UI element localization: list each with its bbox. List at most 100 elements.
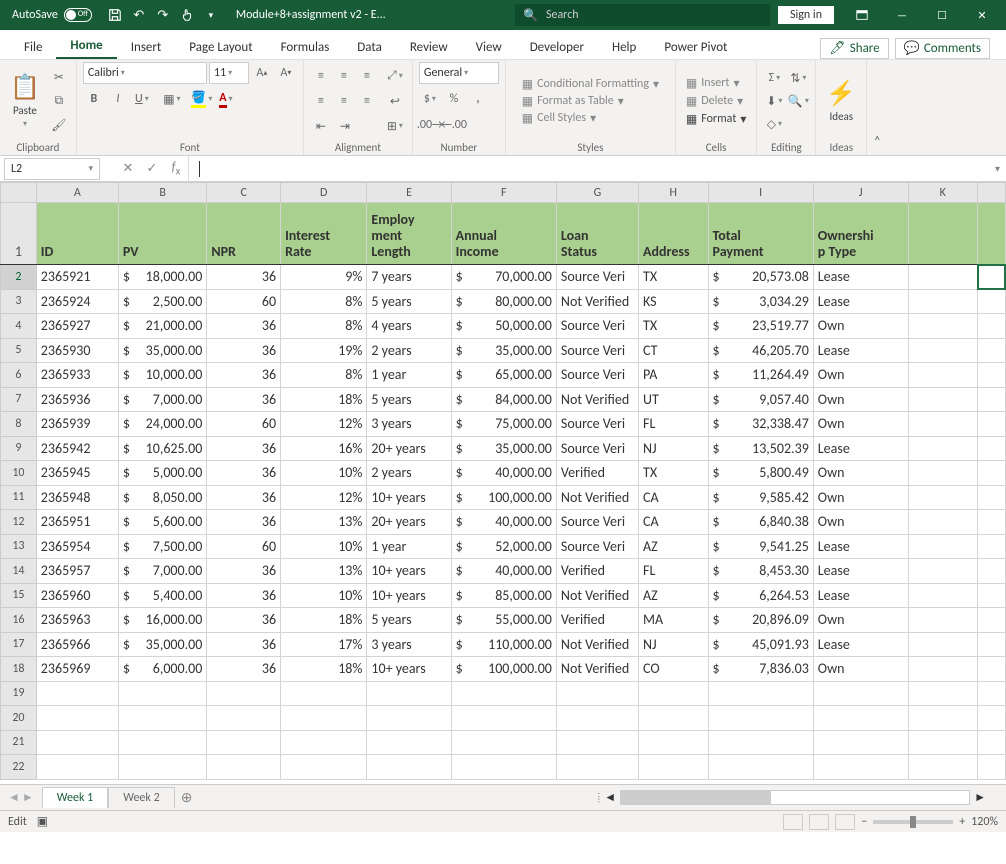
scroll-right-icon[interactable]: ► (974, 790, 986, 805)
cell[interactable] (908, 657, 977, 682)
cell[interactable]: 2365960 (36, 583, 118, 608)
tab-formulas[interactable]: Formulas (267, 36, 344, 59)
sheet-tab-week2[interactable]: Week 2 (108, 787, 174, 808)
chevron-down-icon[interactable]: ▾ (88, 163, 93, 174)
cell[interactable]: 18% (281, 387, 367, 412)
format-cells-button[interactable]: ▦ Format ▾ (682, 111, 750, 128)
cell[interactable]: 18% (281, 657, 367, 682)
tab-view[interactable]: View (462, 36, 516, 59)
name-box[interactable]: L2 ▾ (4, 158, 100, 180)
cell[interactable] (207, 755, 281, 780)
align-right-icon[interactable]: ≡ (356, 90, 378, 112)
cell[interactable]: Source Veri (556, 338, 638, 363)
cell[interactable] (367, 706, 451, 731)
cell[interactable] (978, 436, 1005, 461)
cell[interactable]: 13% (281, 510, 367, 535)
row-header-9[interactable]: 9 (1, 436, 37, 461)
delete-cells-button[interactable]: ▦ Delete ▾ (682, 93, 750, 110)
underline-button[interactable]: U (131, 88, 153, 110)
cell[interactable]: Lease (813, 289, 908, 314)
enter-formula-icon[interactable]: ✓ (140, 161, 164, 176)
row-header-21[interactable]: 21 (1, 730, 37, 755)
cell[interactable]: $10,000.00 (118, 363, 206, 388)
font-size-combo[interactable]: 11 (209, 62, 249, 84)
cell[interactable] (908, 534, 977, 559)
cell[interactable] (978, 289, 1005, 314)
cell[interactable] (978, 755, 1005, 780)
comma-format-icon[interactable]: , (467, 88, 489, 110)
cell-styles-button[interactable]: ▦ Cell Styles ▾ (518, 111, 663, 126)
cell[interactable]: 20+ years (367, 510, 451, 535)
cell[interactable]: 60 (207, 412, 281, 437)
cell[interactable]: $7,500.00 (118, 534, 206, 559)
cell[interactable] (908, 289, 977, 314)
cell[interactable]: $6,264.53 (708, 583, 813, 608)
cell[interactable]: 36 (207, 338, 281, 363)
row-header-13[interactable]: 13 (1, 534, 37, 559)
cell[interactable]: 2365948 (36, 485, 118, 510)
cell[interactable]: 17% (281, 632, 367, 657)
cell[interactable]: NJ (639, 632, 708, 657)
cell[interactable]: $11,264.49 (708, 363, 813, 388)
cell[interactable] (367, 730, 451, 755)
cell[interactable]: Source Veri (556, 265, 638, 290)
cell[interactable]: $7,836.03 (708, 657, 813, 682)
tab-insert[interactable]: Insert (117, 36, 176, 59)
cell[interactable] (556, 755, 638, 780)
tab-data[interactable]: Data (343, 36, 396, 59)
sheet-prev-icon[interactable]: ◄ (8, 790, 20, 805)
cell[interactable] (908, 265, 977, 290)
cell[interactable] (36, 706, 118, 731)
cell[interactable] (908, 203, 977, 265)
cell[interactable]: $35,000.00 (118, 632, 206, 657)
cell[interactable] (908, 363, 977, 388)
cell[interactable]: 2365942 (36, 436, 118, 461)
cell[interactable] (978, 412, 1005, 437)
cell[interactable]: 1 year (367, 363, 451, 388)
cell[interactable]: Source Veri (556, 363, 638, 388)
cell[interactable]: 2365966 (36, 632, 118, 657)
cell[interactable] (639, 681, 708, 706)
col-header-F[interactable]: F (451, 183, 556, 203)
cell[interactable] (908, 314, 977, 339)
align-center-icon[interactable]: ≡ (333, 90, 355, 112)
fx-icon[interactable]: fx (164, 160, 188, 178)
cell[interactable]: 36 (207, 559, 281, 584)
cell[interactable]: Source Veri (556, 510, 638, 535)
cell[interactable]: Not Verified (556, 485, 638, 510)
cell[interactable] (118, 681, 206, 706)
cell[interactable]: 2365969 (36, 657, 118, 682)
cell[interactable] (451, 681, 556, 706)
cell[interactable]: $2,500.00 (118, 289, 206, 314)
insert-cells-button[interactable]: ▦ Insert ▾ (682, 75, 750, 92)
minimize-icon[interactable]: — (882, 0, 922, 30)
col-header-G[interactable]: G (556, 183, 638, 203)
tab-developer[interactable]: Developer (516, 36, 598, 59)
cell[interactable]: $46,205.70 (708, 338, 813, 363)
cell[interactable]: 10+ years (367, 657, 451, 682)
cell[interactable]: $7,000.00 (118, 559, 206, 584)
cell[interactable]: 2365951 (36, 510, 118, 535)
cell[interactable] (36, 681, 118, 706)
cell[interactable] (281, 755, 367, 780)
cell[interactable]: $9,541.25 (708, 534, 813, 559)
cell[interactable] (813, 681, 908, 706)
cell[interactable]: $50,000.00 (451, 314, 556, 339)
worksheet-grid[interactable]: ABCDEFGHIJK1IDPVNPRInterestRateEmploymen… (0, 182, 1006, 784)
cell[interactable]: 36 (207, 510, 281, 535)
cell[interactable]: 5 years (367, 387, 451, 412)
formula-bar[interactable]: ▾ (188, 156, 1006, 181)
cell[interactable] (978, 387, 1005, 412)
format-painter-icon[interactable]: 🖌 (48, 114, 70, 136)
cell[interactable] (556, 706, 638, 731)
clear-icon[interactable]: ◇ (763, 113, 785, 135)
cell[interactable]: 2365939 (36, 412, 118, 437)
cell[interactable] (639, 706, 708, 731)
page-layout-view-icon[interactable] (809, 814, 829, 830)
cell[interactable] (908, 510, 977, 535)
header-cell[interactable]: Address (639, 203, 708, 265)
cell[interactable]: $13,502.39 (708, 436, 813, 461)
autosum-icon[interactable]: Σ (763, 67, 785, 89)
cell[interactable]: 36 (207, 314, 281, 339)
cell[interactable] (118, 755, 206, 780)
